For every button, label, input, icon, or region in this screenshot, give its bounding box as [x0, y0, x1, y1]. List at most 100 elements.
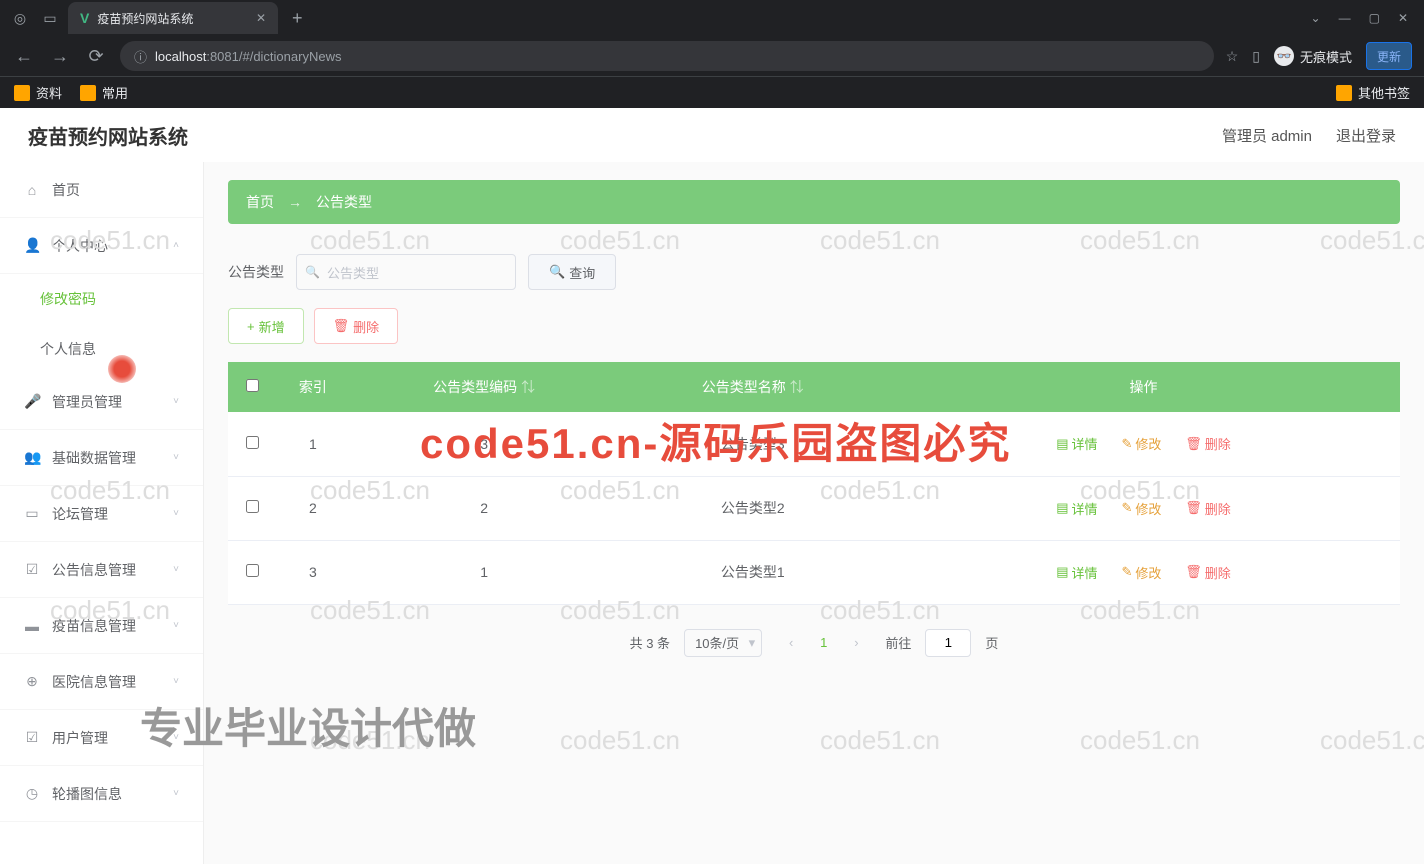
close-icon[interactable]: ✕: [256, 11, 266, 25]
sort-icon[interactable]: ⇅: [521, 379, 535, 395]
page-size-select[interactable]: 10条/页: [684, 629, 762, 657]
maximize-button[interactable]: ▢: [1369, 11, 1380, 25]
chevron-down-icon: ˅: [173, 564, 179, 575]
window-controls: ⌄ — ▢ ✕: [1311, 11, 1416, 25]
menu-label: 用户管理: [52, 728, 108, 748]
browser-chrome: ◎ ▭ V 疫苗预约网站系统 ✕ + ⌄ — ▢ ✕ ← → ⟳ ⓘ local…: [0, 0, 1424, 108]
row-delete-button[interactable]: 🗑删除: [1185, 434, 1231, 453]
new-tab-button[interactable]: +: [284, 8, 311, 29]
main-content: 首页 → 公告类型 公告类型 公告类型 🔍查询 +新增 🗑删除 索引 公告类型编…: [204, 108, 1424, 864]
menu-label: 管理员管理: [52, 392, 122, 412]
chevron-down-icon: ˅: [173, 620, 179, 631]
table-row: 1 3 公告类型3 ▤详情 ✎修改 🗑删除: [228, 412, 1400, 476]
url-host: localhost: [155, 49, 206, 64]
trash-icon: 🗑: [1185, 500, 1202, 516]
reload-button[interactable]: ⟳: [84, 46, 108, 67]
tab-bar: ◎ ▭ V 疫苗预约网站系统 ✕ + ⌄ — ▢ ✕: [0, 0, 1424, 36]
sidebar-item[interactable]: ▭论坛管理˅: [0, 486, 203, 542]
select-all-checkbox[interactable]: [246, 379, 259, 392]
sidebar-sub-item[interactable]: 修改密码: [0, 274, 203, 324]
cell-ops: ▤详情 ✎修改 🗑删除: [887, 540, 1400, 604]
table-row: 3 1 公告类型1 ▤详情 ✎修改 🗑删除: [228, 540, 1400, 604]
minimize-button[interactable]: —: [1339, 11, 1351, 25]
edit-icon: ✎: [1121, 436, 1132, 452]
page-number[interactable]: 1: [820, 635, 827, 650]
address-bar: ← → ⟳ ⓘ localhost:8081/#/dictionaryNews …: [0, 36, 1424, 76]
sidebar-sub-item[interactable]: 个人信息: [0, 324, 203, 374]
bookmark-item[interactable]: 常用: [80, 83, 128, 102]
menu-icon: ◷: [24, 785, 40, 802]
forward-button[interactable]: →: [48, 46, 72, 67]
sidebar-item[interactable]: ⊕医院信息管理˅: [0, 654, 203, 710]
row-checkbox[interactable]: [246, 436, 259, 449]
cell-code: 3: [350, 412, 619, 476]
sidebar-item[interactable]: 👥基础数据管理˅: [0, 430, 203, 486]
next-page-button[interactable]: ›: [841, 629, 871, 657]
sidebar-item[interactable]: 👤个人中心˄: [0, 218, 203, 274]
chevron-down-icon: ˅: [173, 788, 179, 799]
breadcrumb-sep: →: [288, 194, 302, 210]
logout-button[interactable]: 退出登录: [1336, 125, 1396, 146]
dropdown-icon[interactable]: ⌄: [1311, 11, 1321, 25]
chevron-down-icon: ˄: [173, 240, 179, 251]
chevron-down-icon: ˅: [173, 676, 179, 687]
row-checkbox[interactable]: [246, 500, 259, 513]
cell-index: 2: [276, 476, 350, 540]
sort-icon[interactable]: ⇅: [790, 379, 804, 395]
delete-button[interactable]: 🗑删除: [314, 308, 399, 344]
extension-icon[interactable]: ▯: [1252, 48, 1260, 65]
pagination: 共 3 条 10条/页 ‹ 1 › 前往 页: [228, 629, 1400, 657]
app-icon[interactable]: ▭: [38, 6, 62, 30]
goto-input[interactable]: [925, 629, 971, 657]
edit-button[interactable]: ✎修改: [1121, 434, 1161, 453]
prev-page-button[interactable]: ‹: [776, 629, 806, 657]
menu-label: 公告信息管理: [52, 560, 136, 580]
search-button[interactable]: 🔍查询: [528, 254, 616, 290]
update-button[interactable]: 更新: [1366, 42, 1412, 70]
cell-name: 公告类型1: [618, 540, 887, 604]
col-index: 索引: [276, 362, 350, 412]
detail-button[interactable]: ▤详情: [1056, 499, 1097, 518]
breadcrumb: 首页 → 公告类型: [228, 180, 1400, 224]
menu-icon: ☑: [24, 729, 40, 746]
back-button[interactable]: ←: [12, 46, 36, 67]
doc-icon: ▤: [1056, 436, 1068, 452]
user-label[interactable]: 管理员 admin: [1222, 125, 1312, 146]
url-input[interactable]: ⓘ localhost:8081/#/dictionaryNews: [120, 41, 1214, 71]
globe-icon[interactable]: ◎: [8, 6, 32, 30]
menu-icon: ▭: [24, 505, 40, 522]
breadcrumb-home[interactable]: 首页: [246, 192, 274, 212]
menu-icon: 👤: [24, 237, 40, 254]
sidebar-item[interactable]: ▬疫苗信息管理˅: [0, 598, 203, 654]
sidebar-item[interactable]: 🎤管理员管理˅: [0, 374, 203, 430]
folder-icon: [80, 85, 96, 101]
sidebar-item[interactable]: ◷轮播图信息˅: [0, 766, 203, 822]
incognito-label: 无痕模式: [1300, 47, 1352, 66]
edit-button[interactable]: ✎修改: [1121, 563, 1161, 582]
sidebar-item[interactable]: ☑公告信息管理˅: [0, 542, 203, 598]
detail-button[interactable]: ▤详情: [1056, 563, 1097, 582]
page-total: 共 3 条: [630, 633, 670, 652]
menu-label: 论坛管理: [52, 504, 108, 524]
col-name: 公告类型名称 ⇅: [618, 362, 887, 412]
search-input[interactable]: 公告类型: [296, 254, 516, 290]
app-header: 疫苗预约网站系统 管理员 admin 退出登录: [0, 108, 1424, 162]
vue-favicon-icon: V: [80, 10, 89, 26]
sidebar-item[interactable]: ☑用户管理˅: [0, 710, 203, 766]
edit-button[interactable]: ✎修改: [1121, 499, 1161, 518]
bookmarks-bar: 资料 常用 其他书签: [0, 76, 1424, 108]
bookmark-item[interactable]: 资料: [14, 83, 62, 102]
row-delete-button[interactable]: 🗑删除: [1185, 499, 1231, 518]
add-button[interactable]: +新增: [228, 308, 304, 344]
cell-ops: ▤详情 ✎修改 🗑删除: [887, 476, 1400, 540]
browser-tab[interactable]: V 疫苗预约网站系统 ✕: [68, 2, 278, 34]
other-bookmarks[interactable]: 其他书签: [1336, 83, 1410, 102]
sidebar-item[interactable]: ⌂首页: [0, 162, 203, 218]
plus-icon: +: [247, 319, 255, 334]
row-checkbox[interactable]: [246, 564, 259, 577]
cell-index: 3: [276, 540, 350, 604]
close-window-button[interactable]: ✕: [1398, 11, 1408, 25]
star-icon[interactable]: ☆: [1226, 48, 1239, 65]
detail-button[interactable]: ▤详情: [1056, 434, 1097, 453]
row-delete-button[interactable]: 🗑删除: [1185, 563, 1231, 582]
